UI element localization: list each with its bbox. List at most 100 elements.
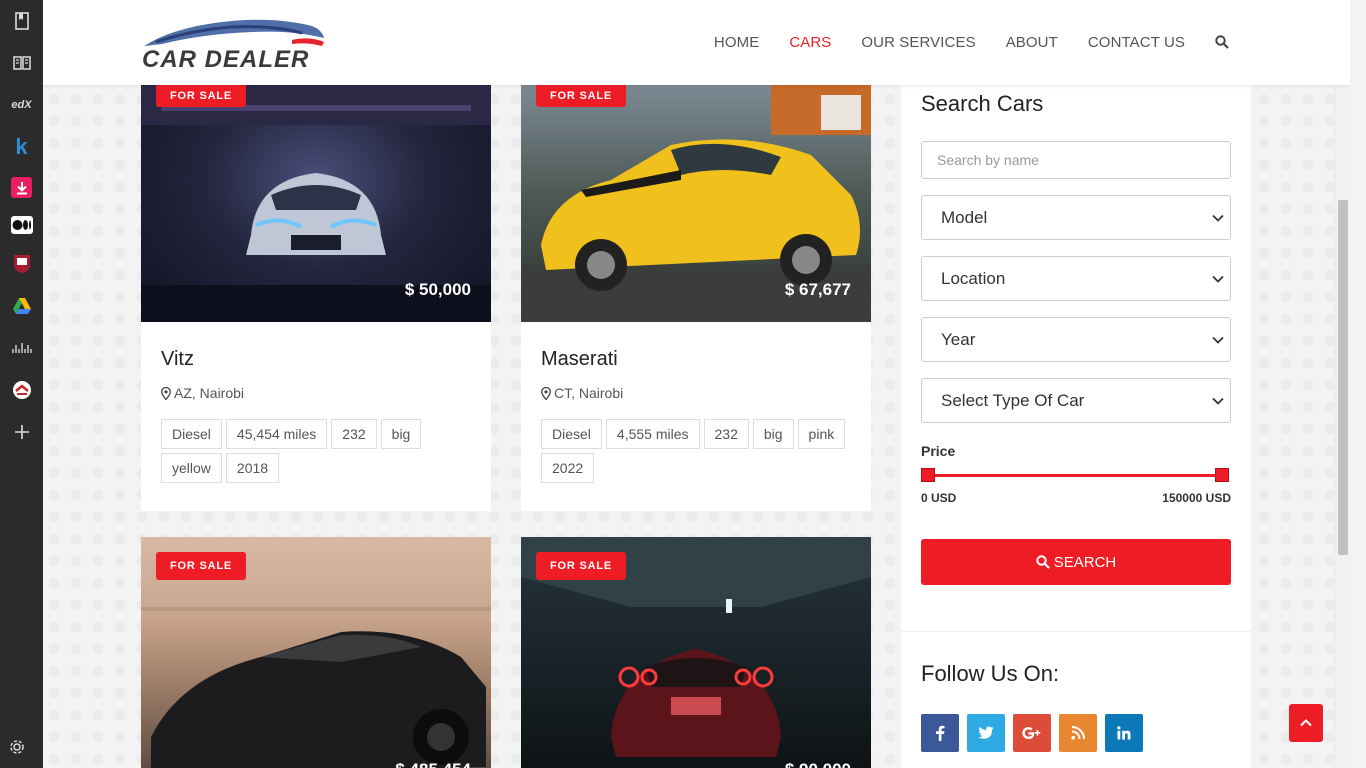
tag-color: pink [797, 419, 846, 449]
page: CAR DEALER HOME CARS OUR SERVICES ABOUT … [43, 0, 1350, 768]
tag-mileage: 45,454 miles [225, 419, 328, 449]
search-button[interactable]: SEARCH [921, 539, 1231, 585]
panel-divider [901, 631, 1251, 632]
chevron-down-icon [1212, 397, 1224, 405]
car-price: $ 67,677 [784, 280, 851, 299]
site-header: CAR DEALER HOME CARS OUR SERVICES ABOUT … [43, 0, 1350, 85]
tag-mileage: 4,555 miles [605, 419, 700, 449]
car-image[interactable]: FOR SALE $ 67,677 [521, 85, 871, 322]
car-card[interactable]: FOR SALE $ 90,000 [521, 537, 871, 768]
tag-year: 2018 [225, 453, 280, 483]
search-icon[interactable] [1215, 34, 1231, 51]
nav-cars[interactable]: CARS [789, 34, 831, 51]
tag-color: yellow [161, 453, 222, 483]
car-location-text: CT, Nairobi [554, 385, 624, 401]
price-max-handle[interactable] [1215, 468, 1229, 482]
car-location: AZ, Nairobi [161, 385, 471, 401]
car-price: $ 485,454 [395, 760, 471, 768]
social-links [921, 714, 1143, 752]
map-marker-icon [541, 386, 551, 400]
tag-size: big [752, 419, 794, 449]
search-panel: Search Cars Search by name Model Locatio… [901, 85, 1251, 768]
google-drive-icon[interactable] [10, 294, 34, 318]
download-icon[interactable] [11, 177, 32, 198]
location-select[interactable]: Location [921, 256, 1231, 301]
for-sale-badge: FOR SALE [156, 552, 247, 580]
car-location-text: AZ, Nairobi [174, 385, 245, 401]
google-plus-icon[interactable] [1013, 714, 1051, 752]
year-select[interactable]: Year [921, 317, 1231, 362]
nav-contact-us[interactable]: CONTACT US [1088, 34, 1185, 51]
map-marker-icon [161, 386, 171, 400]
scrollbar-thumb[interactable] [1338, 200, 1348, 555]
car-tags: Diesel 4,555 miles 232 big pink 2022 [541, 419, 851, 483]
tag-size: big [380, 419, 422, 449]
rss-icon[interactable] [1059, 714, 1097, 752]
price-min-value: 0 USD [921, 491, 957, 505]
add-icon[interactable] [10, 420, 34, 444]
car-location: CT, Nairobi [541, 385, 851, 401]
price-range-track[interactable] [928, 474, 1222, 477]
chevron-up-icon [1300, 719, 1312, 727]
search-icon [1036, 555, 1050, 569]
search-cars-title: Search Cars [921, 91, 1044, 116]
browser-sidebar: edX k [0, 0, 43, 768]
medium-icon[interactable] [10, 216, 33, 234]
nav-about[interactable]: ABOUT [1006, 34, 1058, 51]
back-to-top-button[interactable] [1289, 704, 1323, 742]
app-icon[interactable] [10, 378, 34, 402]
car-image[interactable]: FOR SALE $ 485,454 [141, 537, 491, 768]
price-label: Price [921, 443, 956, 459]
model-select-value: Model [941, 207, 988, 227]
model-select[interactable]: Model [921, 195, 1231, 240]
nav-home[interactable]: HOME [714, 34, 759, 51]
year-select-value: Year [941, 329, 976, 349]
reading-list-icon[interactable] [10, 51, 34, 75]
car-type-select-value: Select Type Of Car [941, 390, 1085, 410]
car-tags: Diesel 45,454 miles 232 big yellow 2018 [161, 419, 471, 483]
search-button-label: SEARCH [1053, 553, 1117, 571]
car-card-body: Maserati CT, Nairobi Diesel 4,555 miles … [521, 322, 871, 511]
car-dealer-logo[interactable]: CAR DEALER [142, 16, 332, 73]
price-min-handle[interactable] [921, 468, 935, 482]
facebook-icon[interactable] [921, 714, 959, 752]
linkedin-icon[interactable] [1105, 714, 1143, 752]
car-name[interactable]: Maserati [541, 348, 851, 371]
logo-text: CAR DEALER [142, 46, 310, 73]
twitter-icon[interactable] [967, 714, 1005, 752]
chevron-down-icon [1212, 214, 1224, 222]
tag-number: 232 [331, 419, 377, 449]
tag-fuel: Diesel [161, 419, 222, 449]
car-card[interactable]: FOR SALE $ 50,000 Vitz AZ, Nairobi Diese… [141, 85, 491, 511]
bookmark-icon[interactable] [10, 9, 34, 33]
settings-gear-icon[interactable] [9, 739, 25, 760]
car-card-body: Vitz AZ, Nairobi Diesel 45,454 miles 232… [141, 322, 491, 511]
car-price: $ 50,000 [404, 280, 471, 299]
main-nav: HOME CARS OUR SERVICES ABOUT CONTACT US [714, 34, 1231, 51]
for-sale-badge: FOR SALE [536, 552, 627, 580]
tag-number: 232 [703, 419, 749, 449]
edx-icon[interactable]: edX [10, 93, 34, 117]
search-by-name-input[interactable]: Search by name [921, 141, 1231, 179]
follow-us-title: Follow Us On: [921, 661, 1060, 686]
tag-fuel: Diesel [541, 419, 602, 449]
for-sale-badge: FOR SALE [156, 85, 247, 107]
car-price: $ 90,000 [785, 760, 851, 768]
car-card[interactable]: FOR SALE $ 67,677 Maserati CT, Nairobi D… [521, 85, 871, 511]
for-sale-badge: FOR SALE [536, 85, 627, 107]
car-card[interactable]: FOR SALE $ 485,454 [141, 537, 491, 768]
tag-year: 2022 [541, 453, 595, 483]
k-icon[interactable]: k [10, 134, 34, 159]
chevron-down-icon [1212, 336, 1224, 344]
nav-our-services[interactable]: OUR SERVICES [861, 34, 975, 51]
car-image[interactable]: FOR SALE $ 50,000 [141, 85, 491, 322]
price-max-value: 150000 USD [1162, 491, 1231, 505]
car-name[interactable]: Vitz [161, 348, 471, 371]
harvard-icon[interactable] [10, 252, 34, 276]
location-select-value: Location [941, 268, 1006, 288]
car-type-select[interactable]: Select Type Of Car [921, 378, 1231, 423]
car-image[interactable]: FOR SALE $ 90,000 [521, 537, 871, 768]
cisco-icon[interactable] [10, 336, 34, 360]
page-scrollbar[interactable] [1334, 0, 1350, 768]
chevron-down-icon [1212, 275, 1224, 283]
